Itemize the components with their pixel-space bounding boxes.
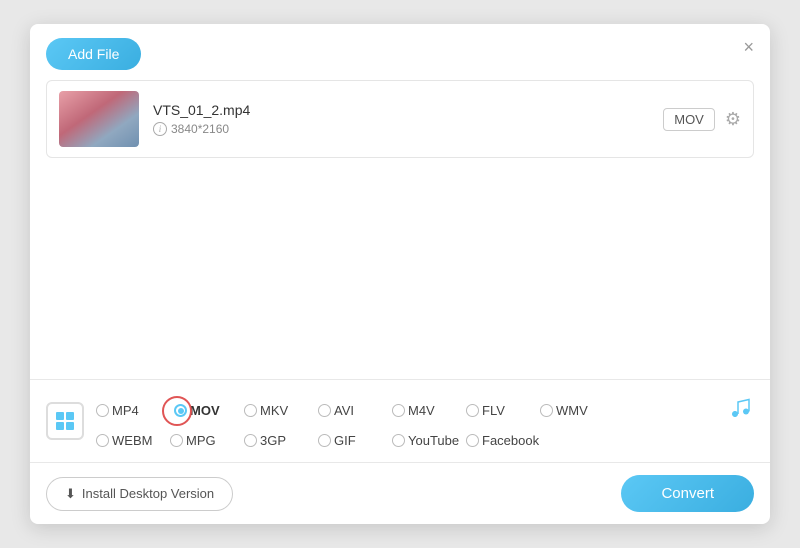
format-label-mpg: MPG: [186, 433, 216, 448]
format-label-avi: AVI: [334, 403, 354, 418]
formats-row-1: MP4 MOV MKV AVI: [96, 394, 754, 427]
title-bar: Add File ×: [30, 24, 770, 80]
format-label-facebook: Facebook: [482, 433, 539, 448]
file-actions: MOV ⚙: [663, 108, 741, 131]
file-resolution: i 3840*2160: [153, 122, 649, 136]
format-label-3gp: 3GP: [260, 433, 286, 448]
format-label-wmv: WMV: [556, 403, 588, 418]
file-item: VTS_01_2.mp4 i 3840*2160 MOV ⚙: [46, 80, 754, 158]
install-label: Install Desktop Version: [82, 486, 214, 501]
format-option-gif[interactable]: GIF: [318, 433, 388, 448]
radio-webm[interactable]: [96, 434, 109, 447]
download-icon: ⬇: [65, 486, 76, 502]
format-option-3gp[interactable]: 3GP: [244, 433, 314, 448]
radio-wmv[interactable]: [540, 404, 553, 417]
format-option-facebook[interactable]: Facebook: [466, 433, 539, 448]
main-dialog: Add File × VTS_01_2.mp4 i 3840*2160 MOV …: [30, 24, 770, 524]
format-option-flv[interactable]: FLV: [466, 403, 536, 418]
convert-button[interactable]: Convert: [621, 475, 754, 512]
radio-mov[interactable]: [174, 404, 187, 417]
format-grid-icon: [46, 402, 84, 440]
radio-mkv[interactable]: [244, 404, 257, 417]
format-option-webm[interactable]: WEBM: [96, 433, 166, 448]
grid-svg: [54, 410, 76, 432]
settings-icon[interactable]: ⚙: [725, 109, 741, 130]
file-thumbnail: [59, 91, 139, 147]
file-list: VTS_01_2.mp4 i 3840*2160 MOV ⚙: [30, 80, 770, 230]
radio-avi[interactable]: [318, 404, 331, 417]
format-badge[interactable]: MOV: [663, 108, 715, 131]
format-option-mpg[interactable]: MPG: [170, 433, 240, 448]
radio-3gp[interactable]: [244, 434, 257, 447]
radio-youtube[interactable]: [392, 434, 405, 447]
close-button[interactable]: ×: [743, 38, 754, 56]
file-name: VTS_01_2.mp4: [153, 102, 649, 118]
radio-facebook[interactable]: [466, 434, 479, 447]
format-option-mov[interactable]: MOV: [170, 403, 240, 418]
install-desktop-button[interactable]: ⬇ Install Desktop Version: [46, 477, 233, 511]
format-option-mp4[interactable]: MP4: [96, 403, 166, 418]
radio-mp4[interactable]: [96, 404, 109, 417]
music-icon: [728, 394, 754, 427]
format-option-avi[interactable]: AVI: [318, 403, 388, 418]
formats-container: MP4 MOV MKV AVI: [96, 394, 754, 448]
format-label-m4v: M4V: [408, 403, 435, 418]
format-label-gif: GIF: [334, 433, 356, 448]
file-info: VTS_01_2.mp4 i 3840*2160: [153, 102, 649, 136]
format-option-youtube[interactable]: YouTube: [392, 433, 462, 448]
radio-gif[interactable]: [318, 434, 331, 447]
radio-mpg[interactable]: [170, 434, 183, 447]
format-label-mkv: MKV: [260, 403, 288, 418]
info-icon: i: [153, 122, 167, 136]
resolution-text: 3840*2160: [171, 122, 229, 136]
bottom-bar: ⬇ Install Desktop Version Convert: [30, 462, 770, 524]
format-option-mkv[interactable]: MKV: [244, 403, 314, 418]
format-label-mp4: MP4: [112, 403, 139, 418]
formats-row-2: WEBM MPG 3GP GIF: [96, 433, 754, 448]
radio-flv[interactable]: [466, 404, 479, 417]
format-option-wmv[interactable]: WMV: [540, 403, 610, 418]
format-label-flv: FLV: [482, 403, 505, 418]
empty-area: [30, 230, 770, 380]
format-section: MP4 MOV MKV AVI: [30, 379, 770, 462]
format-label-webm: WEBM: [112, 433, 152, 448]
format-label-mov: MOV: [190, 403, 220, 418]
radio-m4v[interactable]: [392, 404, 405, 417]
add-file-button[interactable]: Add File: [46, 38, 141, 70]
format-option-m4v[interactable]: M4V: [392, 403, 462, 418]
format-label-youtube: YouTube: [408, 433, 459, 448]
